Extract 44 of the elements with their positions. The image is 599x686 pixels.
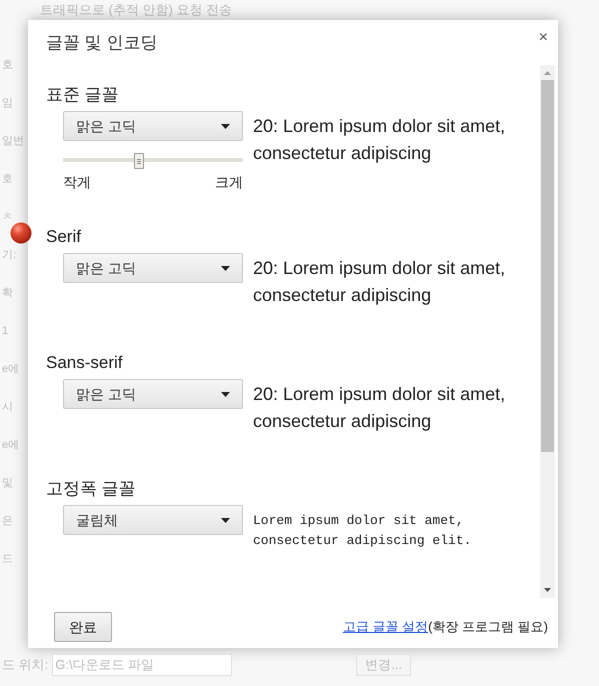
slider-max-label: 크게: [215, 173, 243, 192]
section-heading: 표준 글꼴: [45, 84, 120, 106]
slider-min-label: 작게: [63, 173, 91, 192]
background-text: 은: [2, 514, 14, 528]
advanced-font-settings-link[interactable]: 고급 글꼴 설정: [342, 617, 428, 637]
background-text: 트래픽으로 (추적 안함) 요청 전송: [39, 1, 234, 19]
background-text: 기:: [2, 248, 18, 262]
background-text: 및: [2, 476, 14, 490]
caret-icon: [221, 124, 230, 128]
section-heading: 고정폭 글꼴: [45, 478, 137, 500]
background-text: 일번: [2, 134, 25, 148]
caret-icon: [221, 392, 230, 396]
background-text: e에: [2, 362, 20, 376]
done-button[interactable]: 완료: [54, 612, 112, 642]
scroll-up-icon[interactable]: [544, 71, 551, 75]
scrollbar[interactable]: [540, 65, 555, 598]
font-select[interactable]: 굴림체: [63, 505, 243, 535]
ball-icon: [10, 222, 32, 244]
background-text: 호: [2, 172, 14, 186]
font-preview: 20: Lorem ipsum dolor sit amet, consectetur adipiscing: [253, 257, 506, 307]
font-preview: 20: Lorem ipsum dolor sit amet, consectetur adipiscing: [253, 115, 506, 165]
section-heading: Serif: [45, 226, 82, 248]
background-text: 드: [2, 552, 14, 566]
background-text: 1: [2, 324, 10, 338]
scroll-down-icon[interactable]: [544, 588, 551, 592]
background-text: 드 위치:: [2, 656, 48, 674]
font-select[interactable]: 맑은 고딕: [63, 111, 243, 141]
section-heading: Sans-serif: [45, 352, 124, 374]
caret-icon: [221, 266, 230, 270]
close-button[interactable]: ×: [536, 30, 550, 46]
font-select[interactable]: 맑은 고딕: [63, 379, 243, 409]
font-size-slider[interactable]: [63, 153, 243, 167]
background-text: 호: [2, 58, 14, 72]
caret-icon: [221, 518, 230, 522]
font-select[interactable]: 맑은 고딕: [63, 253, 243, 283]
background-text: 임: [2, 96, 14, 110]
background-text: 시: [2, 400, 14, 414]
font-preview: 20: Lorem ipsum dolor sit amet, consectetur adipiscing: [253, 383, 506, 433]
dialog-title: 글꼴 및 인코딩: [46, 32, 158, 54]
background-text: ㅊ: [2, 210, 14, 224]
background-text: 확: [2, 286, 14, 300]
background-text: e에: [2, 438, 20, 452]
font-preview: Lorem ipsum dolor sit amet, consectetur adipiscing elit.: [253, 512, 472, 550]
extension-note: (확장 프로그램 필요): [428, 618, 548, 636]
